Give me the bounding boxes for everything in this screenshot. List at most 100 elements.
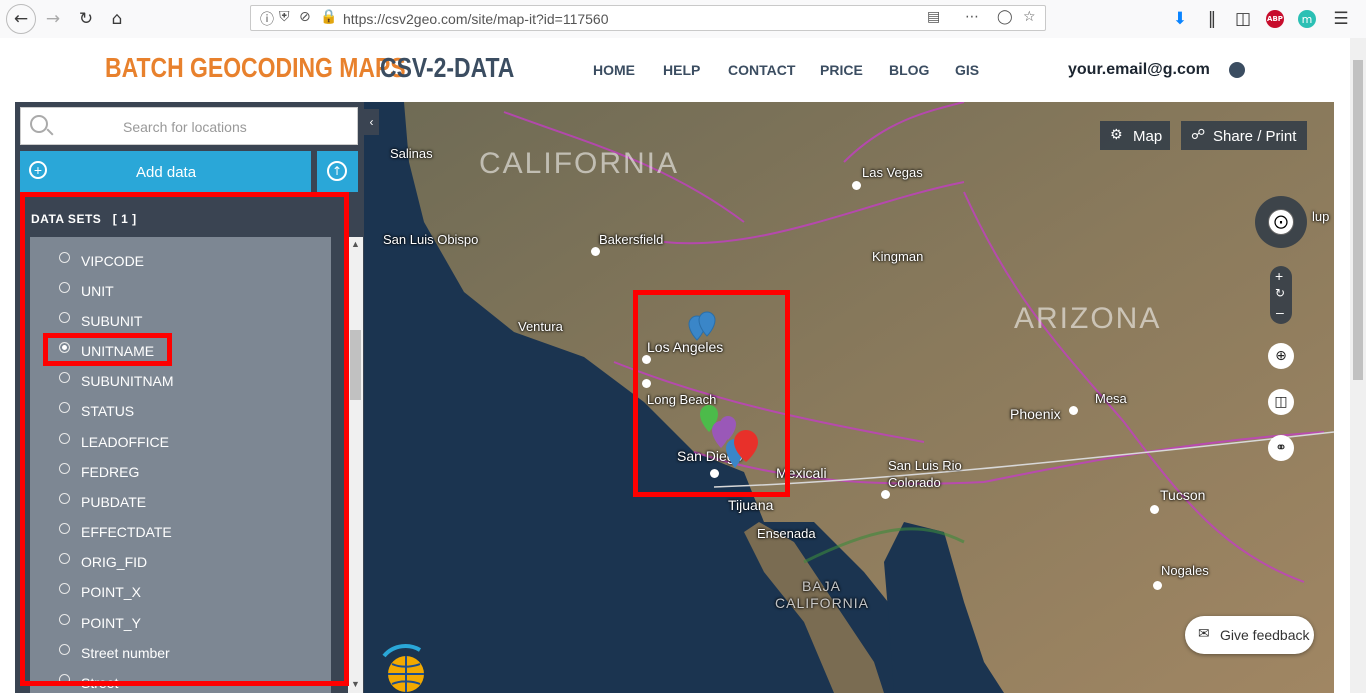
radio-button[interactable] (59, 553, 70, 564)
tracking-icon[interactable]: ⊘ (299, 9, 311, 25)
page-scroll-thumb[interactable] (1353, 60, 1363, 380)
collapse-sidebar-icon[interactable]: ‹ (364, 109, 379, 135)
list-item[interactable]: VIPCODE (30, 241, 331, 271)
search-input[interactable]: Search for locations (20, 107, 358, 145)
menu-icon[interactable]: ☰ (1328, 6, 1354, 32)
map-label-kingman: Kingman (872, 249, 924, 264)
radio-button[interactable] (59, 282, 70, 293)
url-bar[interactable]: ⓘ ⛨ ⊘ 🔒 https://csv2geo.com/site/map-it?… (250, 5, 1046, 31)
radio-button[interactable] (59, 252, 70, 263)
list-item[interactable]: UNIT (30, 271, 331, 301)
radio-button[interactable] (59, 463, 70, 474)
more-icon[interactable]: ⋯ (965, 9, 979, 25)
radio-button[interactable] (59, 433, 70, 444)
zoom-reset-icon[interactable]: ↻ (1275, 286, 1285, 300)
radio-button[interactable] (59, 312, 70, 323)
city-dot (710, 469, 719, 478)
url-text[interactable]: https://csv2geo.com/site/map-it?id=11756… (343, 11, 609, 27)
scroll-up-icon[interactable]: ▲ (351, 239, 360, 249)
share-print-button[interactable]: ☍ Share / Print (1181, 121, 1307, 150)
sidebar-icon[interactable]: ◫ (1230, 6, 1256, 32)
radio-button[interactable] (59, 583, 70, 594)
add-icon: + (29, 161, 47, 179)
nav-gis[interactable]: GIS (955, 62, 979, 78)
compass-icon[interactable]: ⨀ (1255, 196, 1307, 248)
browser-toolbar: ← → ↻ ⌂ ⓘ ⛨ ⊘ 🔒 https://csv2geo.com/site… (0, 0, 1366, 39)
forward-icon[interactable]: → (40, 6, 66, 32)
user-email[interactable]: your.email@g.com (1068, 61, 1210, 79)
scroll-down-icon[interactable]: ▼ (351, 679, 360, 689)
list-item-selected[interactable]: UNITNAME (30, 331, 331, 361)
adblock-icon[interactable]: ABP (1262, 6, 1288, 32)
list-item[interactable]: STATUS (30, 391, 331, 421)
list-item[interactable]: LEADOFFICE (30, 422, 331, 452)
search-placeholder: Search for locations (123, 119, 247, 135)
extension-icon[interactable]: m (1294, 6, 1320, 32)
home-icon[interactable]: ⌂ (104, 6, 130, 32)
radio-button[interactable] (59, 493, 70, 504)
add-data-button[interactable]: + Add data (20, 151, 311, 192)
zoom-out-icon[interactable]: – (1276, 304, 1284, 320)
field-list-scrollbar[interactable]: ▲ ▼ (348, 237, 363, 693)
download-icon[interactable]: ⬇ (1167, 6, 1193, 32)
map-label-arizona: ARIZONA (1014, 302, 1162, 335)
nav-price[interactable]: PRICE (820, 62, 863, 78)
pocket-icon[interactable]: ◯ (997, 9, 1013, 25)
radio-button[interactable] (59, 674, 70, 685)
back-icon[interactable]: ← (6, 4, 36, 34)
nav-blog[interactable]: BLOG (889, 62, 929, 78)
datasets-header[interactable]: DATA SETS [ 1 ] (20, 200, 358, 237)
page-scrollbar[interactable] (1350, 38, 1366, 693)
list-item[interactable]: EFFECTDATE (30, 512, 331, 542)
radio-button[interactable] (59, 614, 70, 625)
info-icon[interactable]: ⓘ (260, 9, 274, 29)
map-layers-label: Map (1133, 128, 1163, 145)
nav-help[interactable]: HELP (663, 62, 700, 78)
field-list-scroll-thumb[interactable] (350, 330, 361, 400)
map-layers-button[interactable]: ⚙ Map (1100, 121, 1170, 150)
radio-button[interactable] (59, 372, 70, 383)
list-item[interactable]: SUBUNIT (30, 301, 331, 331)
brand-logo-primary[interactable]: BATCH GEOCODING MAPS (105, 52, 406, 84)
reload-icon[interactable]: ↻ (73, 6, 99, 32)
list-item[interactable]: Street (30, 663, 331, 693)
brand-logo-secondary[interactable]: CSV-2-DATA (380, 52, 514, 84)
map-label-california: CALIFORNIA (479, 147, 680, 180)
list-item[interactable]: FEDREG (30, 452, 331, 482)
star-icon[interactable]: ☆ (1023, 9, 1036, 25)
zoom-control: + ↻ – (1270, 266, 1292, 324)
city-dot (642, 379, 651, 388)
shield-icon[interactable]: ⛨ (279, 9, 290, 25)
locate-icon[interactable]: ⊕ (1268, 343, 1294, 369)
nav-contact[interactable]: CONTACT (728, 62, 795, 78)
datasets-count: [ 1 ] (112, 212, 137, 226)
map-label-los-angeles: Los Angeles (647, 339, 724, 355)
list-item[interactable]: POINT_X (30, 572, 331, 602)
user-icon[interactable] (1229, 62, 1245, 78)
reader-icon[interactable]: ▤ (927, 9, 940, 25)
measure-icon[interactable]: ⚭ (1268, 435, 1294, 461)
radio-button[interactable] (59, 402, 70, 413)
radio-button[interactable] (59, 644, 70, 655)
list-item[interactable]: Street number (30, 633, 331, 663)
library-icon[interactable]: ‖ (1199, 6, 1225, 32)
map-label-san-diego: San Diego (677, 448, 743, 464)
nav-home[interactable]: HOME (593, 62, 635, 78)
map-label-flagstaff-partial: lup (1312, 209, 1330, 224)
lock-icon: 🔒 (320, 9, 338, 25)
list-item[interactable]: ORIG_FID (30, 542, 331, 572)
map-canvas[interactable]: CALIFORNIA ARIZONA BAJA CALIFORNIA Salin… (364, 102, 1334, 693)
map-label-long-beach: Long Beach (647, 392, 717, 407)
map-label-baja: BAJA (802, 578, 842, 594)
city-dot (1069, 406, 1078, 415)
map-label-nogales: Nogales (1161, 563, 1209, 578)
radio-button-selected[interactable] (59, 342, 70, 353)
give-feedback-button[interactable]: ✉ Give feedback (1185, 616, 1314, 654)
radio-button[interactable] (59, 523, 70, 534)
list-item[interactable]: POINT_Y (30, 603, 331, 633)
upload-button[interactable]: ↑ (317, 151, 358, 192)
split-view-icon[interactable]: ◫ (1268, 389, 1294, 415)
list-item[interactable]: PUBDATE (30, 482, 331, 512)
list-item[interactable]: SUBUNITNAM (30, 361, 331, 391)
zoom-in-icon[interactable]: + (1275, 268, 1283, 284)
